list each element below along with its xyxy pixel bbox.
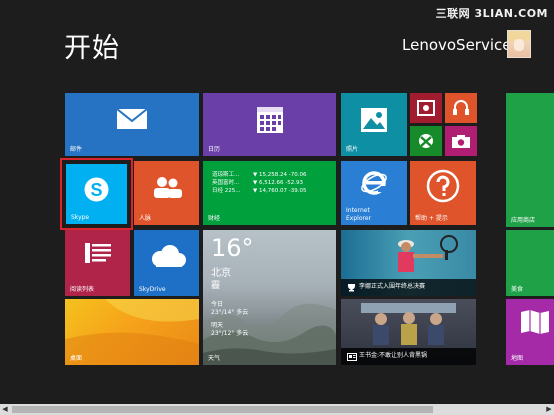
avatar-face: [514, 39, 524, 51]
sports-caption-bar: 李娜正式入围年终总决赛: [341, 279, 476, 296]
headphones-icon: [453, 100, 469, 115]
tile-desktop-label: 桌面: [70, 355, 83, 362]
svg-text:S: S: [90, 180, 102, 200]
tile-ie-label-line1: Internet: [346, 207, 370, 214]
user-avatar[interactable]: [507, 30, 531, 58]
tile-people-label: 人脉: [139, 215, 152, 222]
weather-tomorrow-label: 明天: [211, 322, 224, 329]
tile-food-label: 美食: [511, 286, 524, 293]
news-photo-image: [361, 303, 456, 345]
people-icon: [154, 177, 182, 198]
newspaper-icon: [347, 353, 357, 361]
weather-tomorrow: 23°/12° 多云: [211, 330, 249, 337]
tile-sports[interactable]: 李娜正式入围年终总决赛: [341, 230, 476, 296]
tile-calendar-label: 日历: [208, 146, 221, 153]
cloud-icon: [152, 245, 186, 267]
mail-icon: [116, 108, 148, 129]
ie-icon: [361, 171, 387, 195]
tile-news[interactable]: 王书金:不敢让别人背黑锅: [341, 299, 476, 365]
tile-video[interactable]: [410, 93, 442, 123]
calendar-icon: [257, 107, 283, 133]
tile-help-tips[interactable]: 帮助 + 提示: [410, 161, 476, 225]
weather-today-label: 今日: [211, 301, 224, 308]
watermark: 三联网 3LIAN.COM: [435, 7, 548, 20]
weather-city: 北京: [211, 268, 231, 279]
tile-ie-label-line2: Explorer: [346, 215, 371, 222]
tile-skype-selection[interactable]: S Skype: [60, 158, 133, 230]
weather-condition: 霾: [211, 281, 221, 291]
tile-store-label: 应用商店: [511, 217, 536, 224]
tile-mail[interactable]: 邮件: [65, 93, 199, 156]
tile-desktop[interactable]: 桌面: [65, 299, 199, 365]
weather-temperature: 16°: [211, 234, 254, 262]
tile-weather[interactable]: 16° 北京 霾 今日 23°/14° 多云 明天 23°/12° 多云 天气: [203, 230, 336, 365]
sports-player-image: [398, 235, 458, 272]
tile-reading-list[interactable]: 阅读列表: [65, 230, 130, 296]
finance-index-value: ▼ 14,760.07 -39.05: [253, 188, 307, 194]
finance-index-name: 道琼斯工...: [212, 172, 240, 178]
finance-index-value: ▼ 15,258.24 -70.06: [253, 172, 307, 178]
tile-store[interactable]: 应用商店: [506, 93, 554, 227]
tile-music[interactable]: [445, 93, 477, 123]
trophy-icon: [348, 284, 355, 292]
weather-today: 23°/14° 多云: [211, 309, 249, 316]
photo-icon: [361, 108, 387, 132]
news-headline: 王书金:不敢让别人背黑锅: [359, 352, 428, 359]
desktop-wallpaper-image: [65, 299, 199, 365]
tile-maps[interactable]: 地图: [506, 299, 554, 365]
tile-skype-label: Skype: [71, 214, 90, 221]
tile-photos[interactable]: 照片: [341, 93, 407, 156]
scroll-right-arrow-icon[interactable]: ▶: [544, 404, 554, 415]
sports-headline: 李娜正式入围年终总决赛: [359, 283, 426, 290]
skype-icon: S: [84, 177, 109, 202]
tile-mail-label: 邮件: [70, 146, 83, 153]
scroll-left-arrow-icon[interactable]: ◀: [0, 404, 10, 415]
tile-camera[interactable]: [445, 126, 477, 156]
tile-finance[interactable]: 道琼斯工... ▼ 15,258.24 -70.06 英国富时... ▼ 6,5…: [203, 161, 336, 225]
reading-list-icon: [85, 243, 111, 263]
news-caption-bar: 王书金:不敢让别人背黑锅: [341, 348, 476, 365]
tile-finance-label: 财经: [208, 215, 221, 222]
finance-index-value: ▼ 6,512.66 -52.93: [253, 180, 303, 186]
start-title: 开始: [64, 33, 120, 64]
tile-skydrive-label: SkyDrive: [139, 286, 166, 293]
user-name[interactable]: LenovoService: [402, 36, 512, 54]
tile-help-label: 帮助 + 提示: [415, 215, 448, 222]
video-icon: [417, 100, 435, 116]
tile-skydrive[interactable]: SkyDrive: [134, 230, 199, 296]
tile-games[interactable]: [410, 126, 442, 156]
xbox-icon: [419, 134, 433, 148]
tile-people[interactable]: 人脉: [134, 161, 199, 225]
tile-maps-label: 地图: [511, 355, 524, 362]
scrollbar-thumb[interactable]: [12, 406, 433, 413]
map-icon: [521, 310, 549, 334]
tile-skype[interactable]: S Skype: [66, 164, 127, 224]
tile-photos-label: 照片: [346, 146, 359, 153]
question-icon: [426, 169, 460, 203]
camera-icon: [452, 135, 470, 148]
finance-index-name: 日经 225...: [212, 188, 241, 194]
tile-reading-list-label: 阅读列表: [70, 286, 95, 293]
tile-weather-label: 天气: [208, 355, 221, 362]
tile-food[interactable]: 美食: [506, 230, 554, 296]
finance-index-name: 英国富时...: [212, 180, 240, 186]
tile-calendar[interactable]: 日历: [203, 93, 336, 156]
tile-internet-explorer[interactable]: Internet Explorer: [341, 161, 407, 225]
